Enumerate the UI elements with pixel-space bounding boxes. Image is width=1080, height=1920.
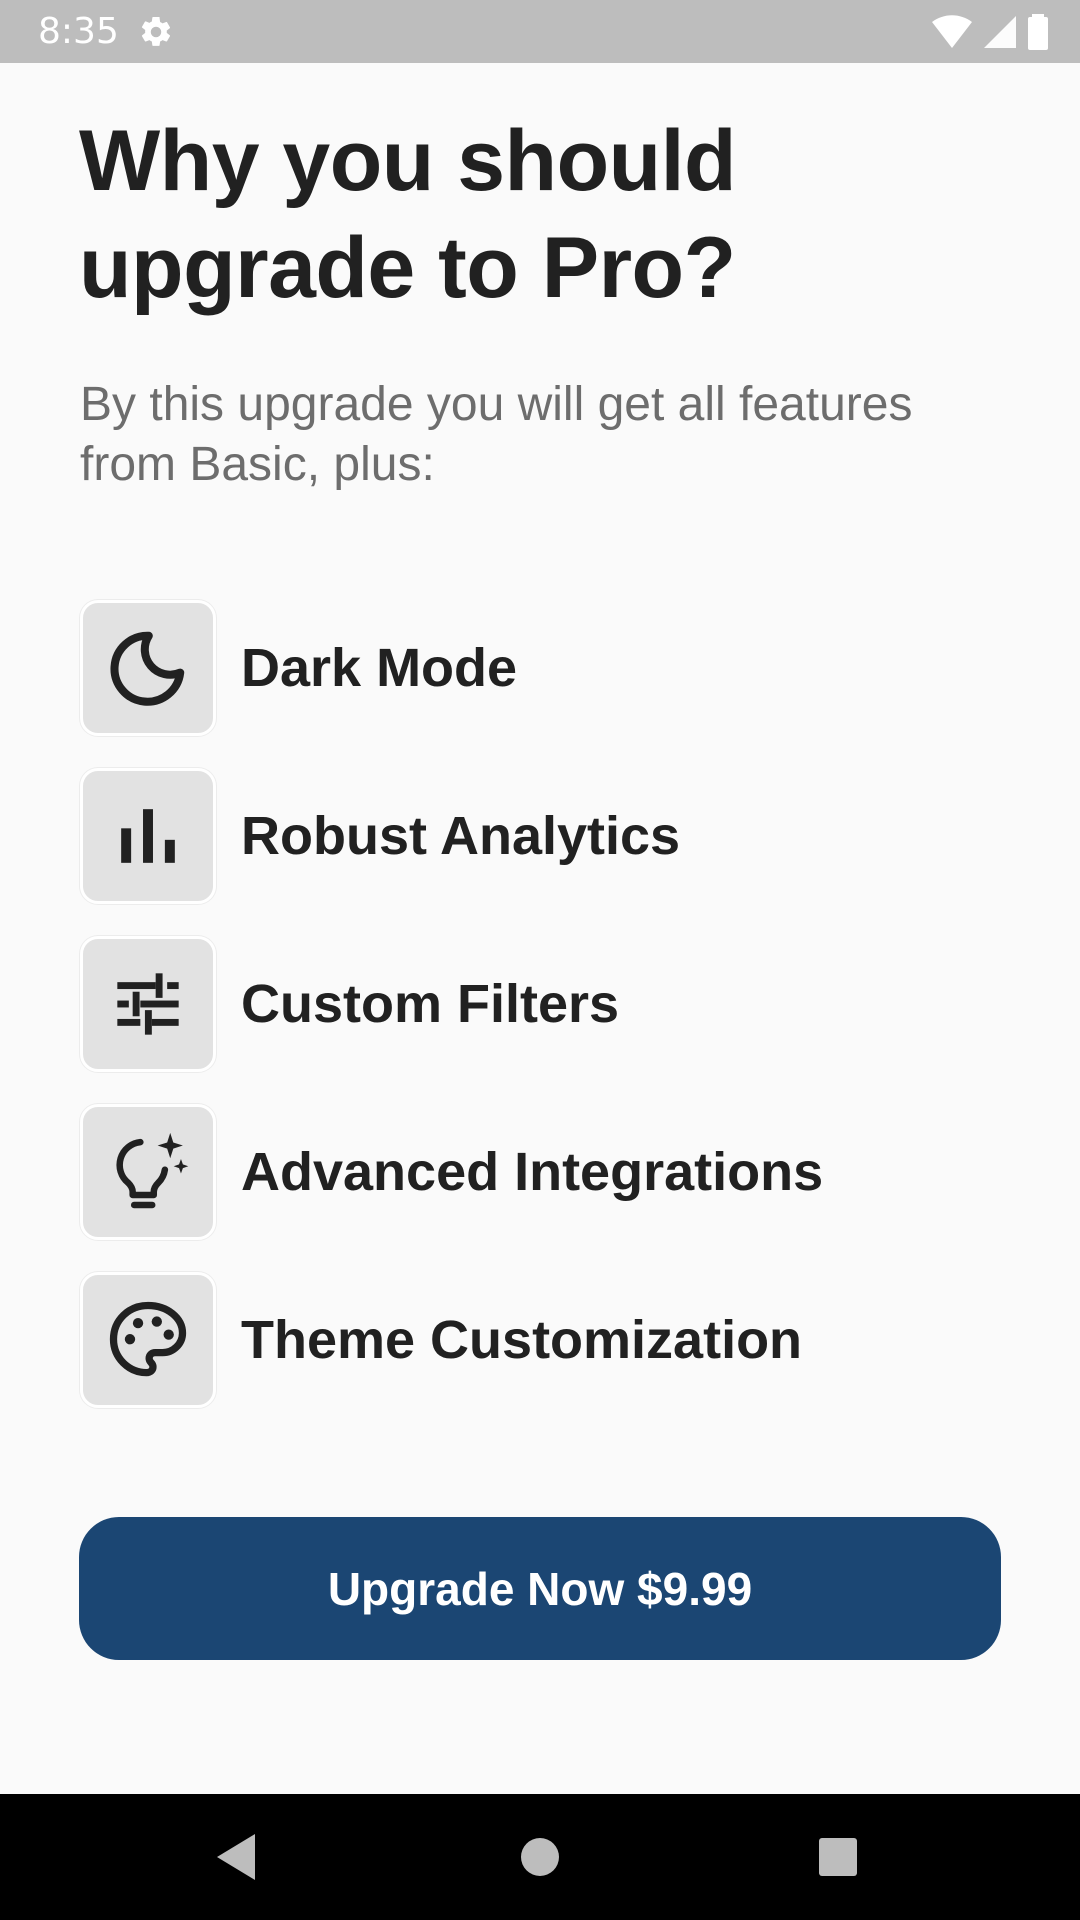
- wifi-icon: [932, 15, 972, 48]
- back-icon: [217, 1834, 255, 1880]
- feature-icon-box: [80, 768, 216, 904]
- feature-label: Custom Filters: [241, 974, 620, 1034]
- feature-icon-box: [80, 600, 216, 736]
- feature-icon-box: [80, 1272, 216, 1408]
- settings-icon: [141, 16, 171, 46]
- recents-icon: [819, 1838, 857, 1876]
- upgrade-screen: Why you should upgrade to Pro? By this u…: [0, 63, 1080, 1794]
- upgrade-now-button[interactable]: Upgrade Now $9.99: [79, 1517, 1001, 1660]
- feature-item-advanced-integrations: Advanced Integrations: [80, 1104, 1000, 1240]
- home-icon: [521, 1838, 559, 1876]
- navigation-bar: [0, 1794, 1080, 1920]
- moon-icon: [110, 631, 185, 706]
- feature-item-custom-filters: Custom Filters: [80, 936, 1000, 1072]
- feature-item-robust-analytics: Robust Analytics: [80, 768, 1000, 904]
- sliders-icon: [117, 973, 179, 1035]
- feature-icon-box: [80, 1104, 216, 1240]
- battery-icon: [1028, 14, 1048, 50]
- feature-label: Theme Customization: [241, 1310, 803, 1370]
- bar-chart-icon: [121, 809, 175, 863]
- home-button[interactable]: [505, 1822, 575, 1892]
- feature-label: Robust Analytics: [241, 806, 681, 866]
- palette-icon: [109, 1301, 187, 1377]
- cellular-icon: [984, 16, 1016, 48]
- feature-icon-box: [80, 936, 216, 1072]
- back-button[interactable]: [202, 1822, 272, 1892]
- page-subtitle: By this upgrade you will get all feature…: [80, 378, 913, 491]
- feature-item-theme-customization: Theme Customization: [80, 1272, 1000, 1408]
- status-bar: 8:35: [0, 0, 1080, 63]
- recents-button[interactable]: [803, 1822, 873, 1892]
- feature-label: Advanced Integrations: [241, 1142, 824, 1202]
- feature-label: Dark Mode: [241, 638, 518, 698]
- status-time: 8:35: [38, 11, 119, 52]
- status-icons: [930, 14, 1050, 50]
- lightbulb-sparkle-icon: [116, 1132, 189, 1209]
- page-title: Why you should upgrade to Pro?: [79, 113, 737, 316]
- feature-item-dark-mode: Dark Mode: [80, 600, 1000, 736]
